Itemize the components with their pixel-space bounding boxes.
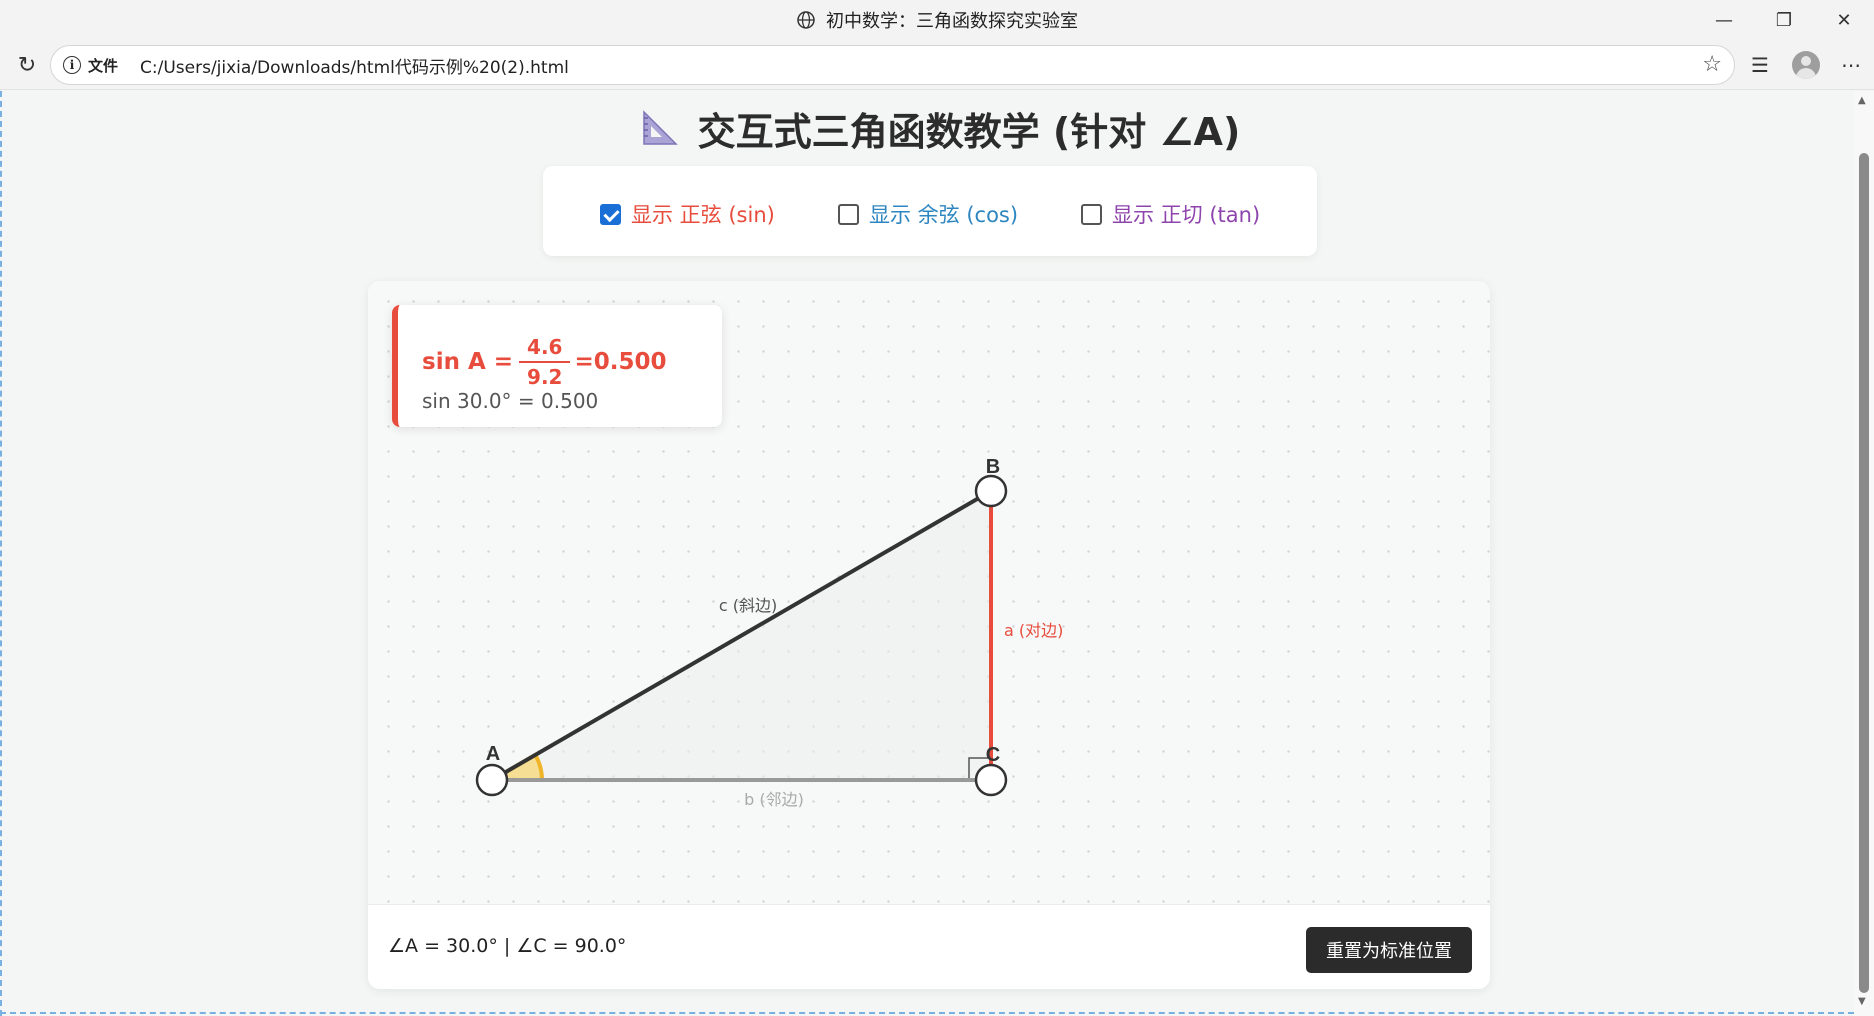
browser-toolbar: ↻ i 文件 C:/Users/jixia/Downloads/html代码示例… xyxy=(0,40,1874,90)
close-button[interactable]: ✕ xyxy=(1814,0,1874,40)
more-menu-icon[interactable]: ⋯ xyxy=(1836,50,1866,80)
opposite-label: a (对边) xyxy=(1004,621,1063,640)
sin-checkbox[interactable] xyxy=(600,203,621,225)
workspace-footer: ∠A = 30.0° | ∠C = 90.0° 重置为标准位置 xyxy=(368,904,1490,989)
scroll-down-icon[interactable]: ▼ xyxy=(1858,996,1866,1007)
function-toggle-panel: 显示 正弦 (sin) 显示 余弦 (cos) 显示 正切 (tan) xyxy=(543,166,1317,256)
formula-value-line: sin 30.0° = 0.500 xyxy=(422,389,599,413)
window-titlebar: 初中数学：三角函数探究实验室 — ❐ ✕ xyxy=(0,0,1874,40)
formula-line: sin A = 4.6 9.2 =0.500 xyxy=(422,335,667,389)
globe-icon xyxy=(797,11,815,29)
vertex-b-label: B xyxy=(986,456,1000,478)
cos-checkbox[interactable] xyxy=(838,203,859,225)
drawing-canvas[interactable]: A B C c (斜边) a (对边) b (邻边) sin A = 4.6 9… xyxy=(368,281,1490,904)
reload-icon[interactable]: ↻ xyxy=(12,50,42,80)
formula-result: =0.500 xyxy=(574,349,667,375)
vertex-c-label: C xyxy=(986,744,1000,766)
restore-button[interactable]: ❐ xyxy=(1754,0,1814,40)
vertex-a-handle[interactable] xyxy=(475,763,509,797)
scroll-up-icon[interactable]: ▲ xyxy=(1858,95,1866,106)
toggle-sin[interactable]: 显示 正弦 (sin) xyxy=(600,199,775,229)
adjacent-label: b (邻边) xyxy=(744,790,804,809)
triangle-workspace: A B C c (斜边) a (对边) b (邻边) sin A = 4.6 9… xyxy=(368,281,1490,989)
formula-denominator: 9.2 xyxy=(527,365,563,389)
window-title-text: 初中数学：三角函数探究实验室 xyxy=(826,11,1078,32)
info-icon[interactable]: i xyxy=(63,56,81,74)
minimize-button[interactable]: — xyxy=(1694,0,1754,40)
vertex-c-handle[interactable] xyxy=(974,763,1008,797)
angle-readout: ∠A = 30.0° | ∠C = 90.0° xyxy=(388,935,627,957)
vertical-scrollbar[interactable]: ▲ ▼ xyxy=(1854,91,1874,1016)
hypotenuse-label: c (斜边) xyxy=(719,596,777,615)
page-heading: 交互式三角函数教学 (针对 ∠A) xyxy=(620,100,1260,156)
toggle-cos[interactable]: 显示 余弦 (cos) xyxy=(838,199,1018,229)
formula-prefix: sin A = xyxy=(422,349,514,375)
formula-numerator: 4.6 xyxy=(519,335,571,363)
window-title: 初中数学：三角函数探究实验室 xyxy=(796,7,1078,33)
file-label: 文件 xyxy=(88,56,119,75)
toggle-tan[interactable]: 显示 正切 (tan) xyxy=(1081,199,1260,229)
vertex-a-label: A xyxy=(486,743,500,765)
url-text[interactable]: C:/Users/jixia/Downloads/html代码示例%20(2).… xyxy=(140,53,569,78)
vertex-b-handle[interactable] xyxy=(974,474,1008,508)
reset-button[interactable]: 重置为标准位置 xyxy=(1306,927,1472,973)
star-icon[interactable]: ☆ xyxy=(1702,52,1722,77)
sin-label[interactable]: 显示 正弦 (sin) xyxy=(631,199,775,229)
address-bar[interactable]: i 文件 C:/Users/jixia/Downloads/html代码示例%2… xyxy=(50,45,1735,85)
cos-label[interactable]: 显示 余弦 (cos) xyxy=(869,199,1018,229)
page-title: 交互式三角函数教学 (针对 ∠A) xyxy=(697,109,1241,154)
scrollbar-thumb[interactable] xyxy=(1859,153,1869,993)
tan-checkbox[interactable] xyxy=(1081,203,1102,225)
formula-fraction: 4.6 9.2 xyxy=(519,335,571,389)
tan-label[interactable]: 显示 正切 (tan) xyxy=(1112,199,1260,229)
triangular-ruler-icon xyxy=(642,110,678,145)
formula-box: sin A = 4.6 9.2 =0.500 sin 30.0° = 0.500 xyxy=(392,305,722,427)
profile-avatar[interactable] xyxy=(1792,51,1820,79)
favorites-icon[interactable]: ☰ xyxy=(1745,50,1775,80)
